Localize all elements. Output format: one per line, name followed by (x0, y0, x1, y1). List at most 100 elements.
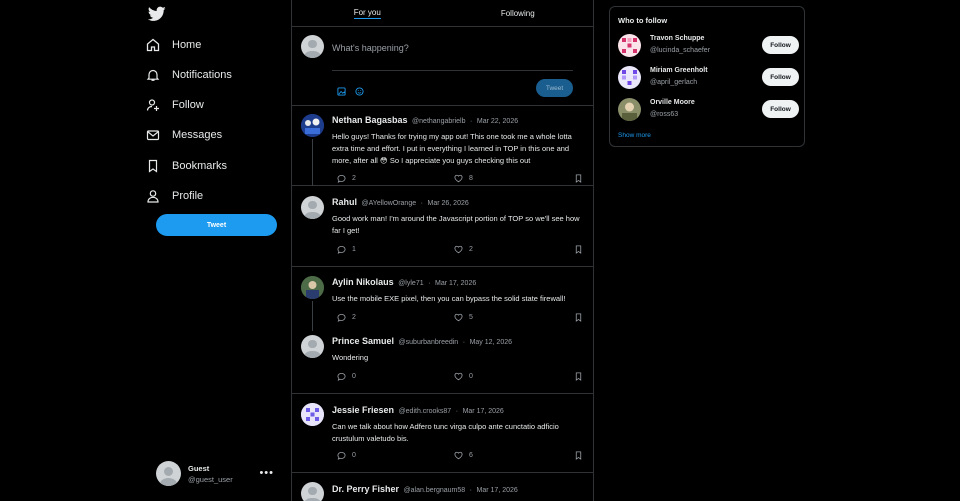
image-icon[interactable] (337, 83, 346, 101)
tweet-date[interactable]: Mar 26, 2026 (428, 200, 469, 207)
nav-home-label: Home (172, 39, 202, 51)
reply-button[interactable]: 0 (337, 451, 356, 460)
app-root: Home Notifications Follow Messages Bookm… (0, 0, 960, 501)
timeline-tabs: For you Following (292, 0, 593, 27)
like-count: 8 (469, 175, 473, 182)
thread-line (312, 139, 313, 186)
left-sidebar: Home Notifications Follow Messages Bookm… (140, 0, 290, 501)
suggestion-handle: @lucinda_schaefer (650, 47, 711, 54)
tweet-handle[interactable]: @edith.crooks87 (399, 408, 452, 415)
emoji-icon[interactable] (355, 83, 364, 101)
account-switcher[interactable]: Guest @guest_user ••• (156, 461, 280, 486)
who-to-follow-title: Who to follow (618, 16, 668, 25)
tweet-author[interactable]: Nethan Bagasbas (332, 115, 408, 125)
like-count: 0 (469, 373, 473, 380)
bookmark-button[interactable] (574, 174, 583, 185)
like-button[interactable]: 2 (454, 245, 473, 254)
tweet-handle[interactable]: @lyle71 (398, 280, 423, 287)
like-button[interactable]: 0 (454, 372, 473, 381)
suggestion-avatar (618, 98, 641, 121)
tweet-date-sep: · (455, 408, 459, 415)
follow-suggestion[interactable]: Orville Moore @ross63 Follow (618, 97, 800, 123)
follow-suggestion[interactable]: Miriam Greenholt @april_gerlach Follow (618, 65, 800, 91)
reply-button[interactable]: 0 (337, 372, 356, 381)
composer-input[interactable]: What's happening? (332, 43, 409, 53)
reply-button[interactable]: 1 (337, 245, 356, 254)
bookmark-button[interactable] (574, 245, 583, 256)
heart-icon (454, 313, 463, 322)
tweet-handle[interactable]: @suburbanbreedin (399, 339, 459, 346)
tweet-date[interactable]: Mar 17, 2026 (463, 408, 504, 415)
feed: Nethan Bagasbas @nethangabrielb · Mar 22… (292, 106, 593, 501)
guest-name: Guest (188, 463, 210, 473)
reply-button[interactable]: 2 (337, 313, 356, 322)
tweet-avatar (301, 114, 324, 137)
tweet-author[interactable]: Dr. Perry Fisher (332, 484, 399, 494)
tweet-date[interactable]: Mar 22, 2026 (477, 118, 518, 125)
composer-tweet-button[interactable]: Tweet (536, 79, 573, 97)
suggestion-avatar (618, 66, 641, 89)
like-button[interactable]: 8 (454, 174, 473, 183)
more-options-icon[interactable]: ••• (259, 467, 274, 479)
suggestion-name[interactable]: Orville Moore (650, 99, 695, 106)
bookmark-button[interactable] (574, 313, 583, 324)
suggestion-name[interactable]: Miriam Greenholt (650, 67, 708, 74)
follow-suggestion[interactable]: Travon Schuppe @lucinda_schaefer Follow (618, 33, 800, 59)
nav-messages[interactable]: Messages (146, 124, 222, 146)
bookmark-button[interactable] (574, 372, 583, 383)
follow-button[interactable]: Follow (762, 100, 799, 118)
reply-icon (337, 174, 346, 183)
tweet-date[interactable]: Mar 17, 2026 (435, 280, 476, 287)
tab-following[interactable]: Following (443, 0, 594, 26)
who-to-follow-panel: Who to follow Travon Schuppe @lucinda_sc… (609, 6, 805, 147)
bookmark-icon (575, 245, 582, 254)
suggestion-name[interactable]: Travon Schuppe (650, 35, 704, 42)
tweet-author[interactable]: Prince Samuel (332, 336, 394, 346)
tweet-handle[interactable]: @AYellowOrange (362, 200, 417, 207)
tweet-item[interactable]: Jessie Friesen @edith.crooks87 · Mar 17,… (292, 394, 593, 473)
bell-icon (146, 68, 160, 82)
composer-avatar (301, 35, 324, 58)
bookmark-button[interactable] (574, 451, 583, 462)
reply-icon (337, 451, 346, 460)
tweet-item[interactable]: Aylin Nikolaus @lyle71 · Mar 17, 2026 Us… (292, 267, 593, 394)
reply-count: 2 (352, 175, 356, 182)
show-more-link[interactable]: Show more (618, 132, 651, 139)
follow-button[interactable]: Follow (762, 68, 799, 86)
tweet-author[interactable]: Aylin Nikolaus (332, 277, 394, 287)
tweet-header: Nethan Bagasbas @nethangabrielb · Mar 22… (332, 115, 518, 125)
tweet-item[interactable]: Nethan Bagasbas @nethangabrielb · Mar 22… (292, 106, 593, 186)
tweet-composer: What's happening? Tweet (292, 27, 593, 106)
composer-tools (337, 83, 364, 101)
tweet-item[interactable]: Rahul @AYellowOrange · Mar 26, 2026 Good… (292, 186, 593, 267)
nav-profile-label: Profile (172, 190, 204, 202)
tweet-date-sep: · (420, 200, 423, 207)
tweet-handle[interactable]: @nethangabrielb (412, 118, 465, 125)
like-button[interactable]: 6 (454, 451, 473, 460)
like-button[interactable]: 5 (454, 313, 473, 322)
sidebar-tweet-button[interactable]: Tweet (156, 214, 277, 236)
tab-following-label: Following (500, 8, 535, 18)
tweet-actions: 2 5 (337, 313, 583, 323)
tweet-actions: 2 8 (337, 174, 583, 184)
reply-button[interactable]: 2 (337, 174, 356, 183)
tweet-item[interactable]: Dr. Perry Fisher @alan.bergnaum58 · Mar … (292, 473, 593, 501)
nav-notifications-label: Notifications (172, 69, 232, 81)
tweet-text: Good work man! I'm around the Javascript… (332, 214, 580, 235)
tweet-author[interactable]: Jessie Friesen (332, 405, 394, 415)
tab-for-you[interactable]: For you (292, 0, 443, 26)
nav-profile[interactable]: Profile (146, 185, 203, 207)
follow-button[interactable]: Follow (762, 36, 799, 54)
nav-home[interactable]: Home (146, 34, 201, 56)
tweet-header: Aylin Nikolaus @lyle71 · Mar 17, 2026 (332, 277, 476, 287)
bird-logo-icon[interactable] (147, 6, 166, 22)
like-count: 2 (469, 246, 473, 253)
bookmark-icon (575, 451, 582, 460)
tweet-handle[interactable]: @alan.bergnaum58 (404, 487, 466, 494)
tweet-author[interactable]: Rahul (332, 197, 357, 207)
tweet-date[interactable]: Mar 17, 2026 (477, 487, 518, 494)
tweet-date[interactable]: May 12, 2026 (470, 339, 512, 346)
nav-bookmarks[interactable]: Bookmarks (146, 155, 227, 177)
nav-notifications[interactable]: Notifications (146, 64, 232, 86)
nav-follow[interactable]: Follow (146, 94, 204, 116)
